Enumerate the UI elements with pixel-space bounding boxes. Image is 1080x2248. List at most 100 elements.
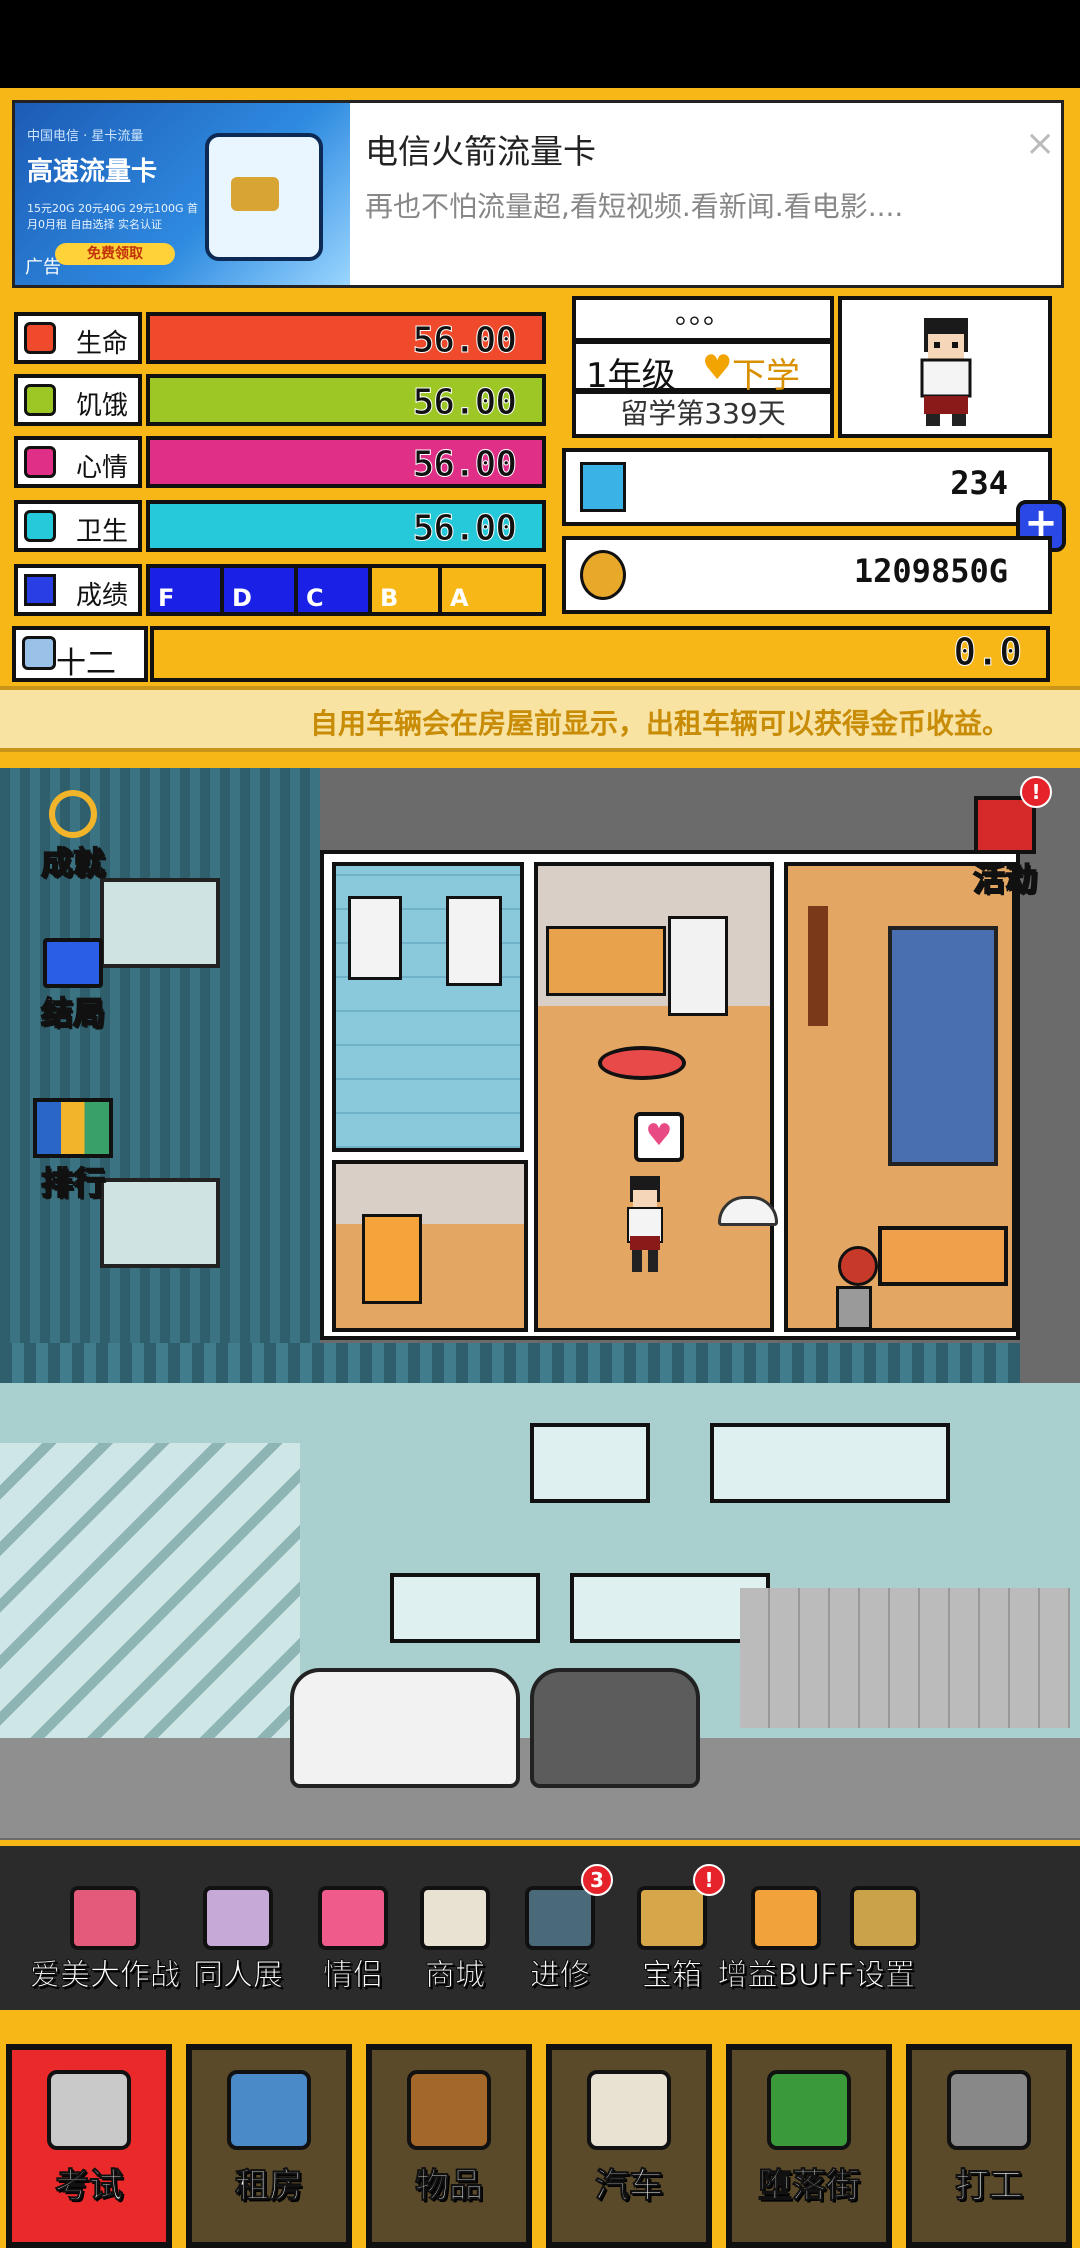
- ranking-label: 排行: [40, 1163, 106, 1203]
- couple-hearts-icon: [318, 1886, 388, 1950]
- nav-tab-2[interactable]: 物品: [366, 2044, 532, 2248]
- toolbar-item-7[interactable]: 设置: [830, 1886, 940, 1994]
- calendar-icon: [22, 636, 56, 670]
- ranking-books-icon: [33, 1098, 113, 1158]
- study-days: 留学第339天: [572, 390, 834, 438]
- endings-button[interactable]: 结局: [18, 938, 128, 1034]
- ad-description[interactable]: 再也不怕流量超,看短视频.看新闻.看电影....: [365, 185, 1005, 225]
- roof: [0, 1343, 1020, 1383]
- activity-label: 活动: [972, 859, 1038, 899]
- treasure-chest-icon: !: [637, 1864, 725, 1950]
- white-car[interactable]: [290, 1668, 520, 1788]
- toolbar-item-5[interactable]: ! 宝箱: [612, 1864, 732, 1994]
- toolbar-label: 情侣: [323, 1958, 384, 1994]
- bathroom: [332, 862, 524, 1152]
- nav-tab-5[interactable]: 打工: [906, 2044, 1072, 2248]
- gold-display: 1209850G: [562, 536, 1052, 614]
- stat-label-text: 卫生: [76, 517, 129, 547]
- wall: [740, 1588, 1070, 1728]
- ad-banner[interactable]: 中国电信 · 星卡流量 高速流量卡 15元20G 20元40G 29元100G …: [12, 100, 1064, 288]
- grades-icon: [24, 574, 56, 606]
- stat-bar-3: 56.00: [146, 500, 546, 552]
- trash-can-icon: [836, 1286, 872, 1330]
- game-scene[interactable]: ♥ 成就 结局 排行 ! 活动: [0, 768, 1080, 1840]
- grades-bar: FDCBA: [146, 564, 546, 616]
- dark-car[interactable]: [530, 1668, 700, 1788]
- window: [530, 1423, 650, 1503]
- desk-icon: [878, 1226, 1008, 1286]
- drawer-icon: [362, 1214, 422, 1304]
- nav-tab-4[interactable]: 堕落街: [726, 2044, 892, 2248]
- nav-tab-1[interactable]: 租房: [186, 2044, 352, 2248]
- close-icon[interactable]: ×: [1025, 123, 1055, 164]
- nav-label: 堕落街: [758, 2166, 861, 2207]
- nav-tab-0[interactable]: 考试: [6, 2044, 172, 2248]
- apartment[interactable]: ♥: [320, 850, 1020, 1340]
- stat-value: 56.00: [412, 320, 517, 362]
- exam-building-icon: [47, 2070, 131, 2150]
- storage-room: [332, 1160, 528, 1332]
- window: [710, 1423, 950, 1503]
- toolbar-item-1[interactable]: 同人展: [168, 1886, 308, 1994]
- nav-tab-3[interactable]: 汽车: [546, 2044, 712, 2248]
- nav-label: 租房: [235, 2166, 304, 2207]
- heart-life-icon: [24, 322, 56, 354]
- book-stack-icon: [43, 938, 103, 988]
- toolbar-item-3[interactable]: 商城: [400, 1886, 510, 1994]
- window: [390, 1573, 540, 1643]
- car-wheel-icon: [587, 2070, 671, 2150]
- toolbar-label: 宝箱: [642, 1958, 703, 1994]
- avatar[interactable]: [838, 296, 1052, 438]
- mood-heart-bubble: ♥: [634, 1112, 684, 1162]
- beauty-lips-icon: [70, 1886, 140, 1950]
- player-character[interactable]: [624, 1176, 666, 1276]
- feature-toolbar: 爱美大作战 同人展 情侣 商城 3 进修! 宝箱 增益BUFF 设置: [0, 1840, 1080, 2016]
- gold-coin-icon: [580, 550, 626, 600]
- stat-label-0: 生命: [14, 312, 142, 364]
- ad-image-title: 高速流量卡: [27, 157, 158, 187]
- grade-cell: C: [298, 568, 372, 612]
- heart-icon: ♥: [702, 348, 733, 388]
- month-value: 0.0: [953, 630, 1023, 675]
- activity-button[interactable]: ! 活动: [950, 776, 1060, 900]
- stat-label-text: 心情: [76, 453, 129, 483]
- stat-label-3: 卫生: [14, 500, 142, 552]
- stat-label-text: 生命: [76, 329, 129, 359]
- items-bag-icon: [407, 2070, 491, 2150]
- rice-cooker-icon: [718, 1196, 778, 1226]
- grade-letter: F: [158, 584, 175, 612]
- nav-label: 汽车: [595, 2166, 664, 2207]
- ad-image[interactable]: 中国电信 · 星卡流量 高速流量卡 15元20G 20元40G 29元100G …: [15, 103, 350, 285]
- ad-image-button[interactable]: 免费领取: [55, 243, 175, 265]
- nav-label: 考试: [55, 2166, 124, 2207]
- gems-display: 234: [562, 448, 1052, 526]
- grade-letter: B: [380, 584, 399, 612]
- stat-bar-2: 56.00: [146, 436, 546, 488]
- bottom-nav: 考试 租房 物品 汽车 堕落街 打工: [0, 2016, 1080, 2248]
- red-table: [598, 1046, 686, 1080]
- grade-cell: F: [150, 568, 224, 612]
- month-label: 十二月: [12, 626, 148, 725]
- toolbar-item-4[interactable]: 3 进修: [500, 1864, 620, 1994]
- toolbar-item-0[interactable]: 爱美大作战: [20, 1886, 190, 1994]
- stat-value: 56.00: [412, 444, 517, 486]
- achievements-button[interactable]: 成就: [18, 790, 128, 884]
- ranking-button[interactable]: 排行: [18, 1098, 128, 1204]
- stat-label-1: 饥饿: [14, 374, 142, 426]
- grade-letter: C: [306, 584, 324, 612]
- toolbar-item-2[interactable]: 情侣: [288, 1886, 418, 1994]
- nav-label: 物品: [415, 2166, 484, 2207]
- sink-icon: [446, 896, 502, 986]
- toolbar-badge: 3: [581, 1864, 613, 1896]
- month-progress-bar: 0.0: [150, 626, 1050, 682]
- stat-bar-1: 56.00: [146, 374, 546, 426]
- music-note-icon: [24, 446, 56, 478]
- grade-cell: A: [442, 568, 542, 612]
- ad-title[interactable]: 电信火箭流量卡: [365, 125, 596, 173]
- tip-text: 自用车辆会在房屋前显示，出租车辆可以获得金币收益。: [309, 707, 1010, 740]
- sim-card-icon: [205, 133, 323, 261]
- study-tools-icon: 3: [525, 1864, 613, 1950]
- status-dots: 。。。: [572, 296, 834, 342]
- stat-bar-0: 56.00: [146, 312, 546, 364]
- endings-label: 结局: [40, 993, 106, 1033]
